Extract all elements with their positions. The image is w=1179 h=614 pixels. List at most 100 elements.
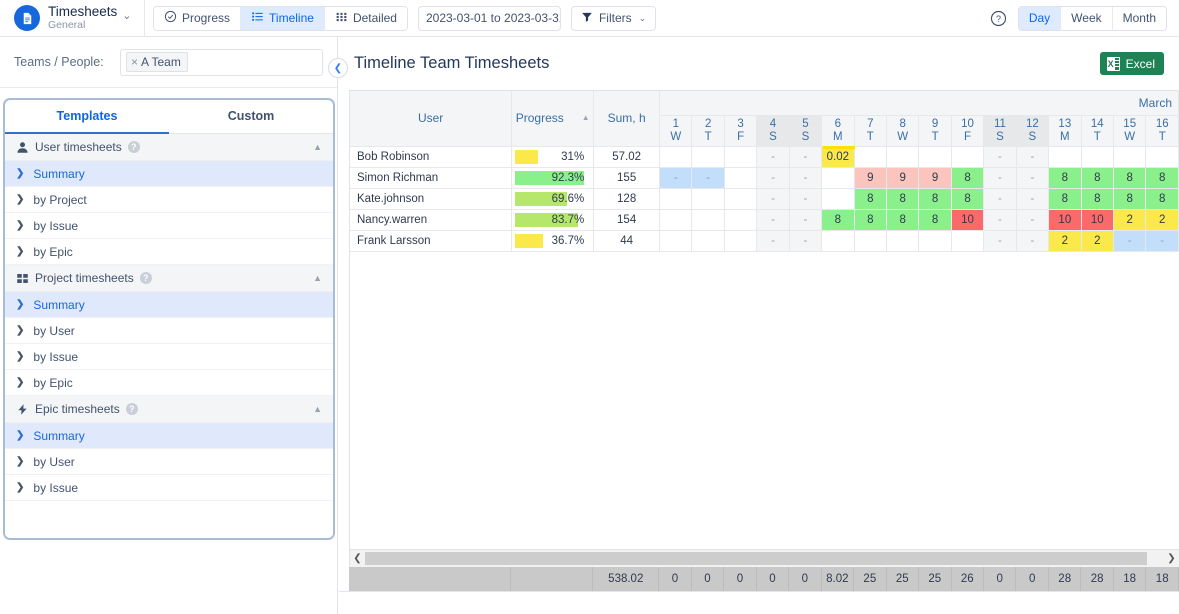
cell-day-value[interactable] [724, 146, 758, 168]
cell-day-value[interactable]: 8 [918, 188, 952, 210]
cell-day-value[interactable] [886, 146, 920, 168]
col-header-day[interactable]: 16 T [1145, 115, 1179, 147]
scale-day[interactable]: Day [1018, 6, 1062, 30]
col-header-day[interactable]: 2T [691, 115, 725, 147]
chevron-down-icon[interactable]: ⌄ [122, 9, 131, 22]
cell-day-value[interactable] [724, 167, 758, 189]
cell-day-value[interactable]: - [789, 167, 823, 189]
chevron-up-icon[interactable]: ▲ [313, 404, 322, 414]
cell-day-value[interactable] [659, 146, 693, 168]
cell-user[interactable]: Kate.johnson [350, 188, 513, 210]
table-row[interactable]: Bob Robinson 31% 57.02- -0.02- - [350, 146, 1179, 168]
cell-day-value[interactable]: 8 [1048, 188, 1082, 210]
scrollbar-track[interactable] [365, 552, 1164, 565]
cell-day-value[interactable]: 2 [1081, 230, 1114, 252]
cell-day-value[interactable]: 8 [1145, 188, 1179, 210]
cell-day-value[interactable] [659, 209, 693, 231]
col-header-day[interactable]: 11 S [983, 115, 1017, 147]
sidebar-item-project-by-user[interactable]: ❯ by User [5, 318, 333, 344]
cell-day-value[interactable]: 8 [1113, 167, 1147, 189]
cell-day-value[interactable]: - [1016, 146, 1050, 168]
cell-day-value[interactable] [691, 188, 725, 210]
cell-day-value[interactable]: - [1016, 209, 1050, 231]
cell-day-value[interactable] [886, 230, 920, 252]
sidebar-item-project-by-epic[interactable]: ❯ by Epic [5, 370, 333, 396]
cell-day-value[interactable] [659, 230, 693, 252]
sidebar-item-user-summary[interactable]: ❯ Summary [5, 161, 333, 187]
date-range-input[interactable]: 2023-03-01 to 2023-03-31 [417, 5, 561, 31]
scroll-right-arrow-icon[interactable]: ❯ [1164, 553, 1179, 564]
sidebar-item-project-by-issue[interactable]: ❯ by Issue [5, 344, 333, 370]
col-header-day[interactable]: 12 S [1016, 115, 1050, 147]
cell-day-value[interactable]: - [983, 146, 1017, 168]
cell-day-value[interactable] [691, 230, 725, 252]
tab-custom[interactable]: Custom [169, 100, 333, 134]
filters-button[interactable]: Filters ⌄ [570, 5, 657, 31]
cell-day-value[interactable]: 8 [1048, 167, 1082, 189]
cell-day-value[interactable]: 2 [1145, 209, 1179, 231]
cell-day-value[interactable]: - [789, 230, 823, 252]
cell-day-value[interactable]: - [1016, 167, 1050, 189]
col-header-sum[interactable]: Sum, h [593, 91, 661, 147]
cell-day-value[interactable]: 0.02 [821, 146, 855, 168]
col-header-day[interactable]: 9T [918, 115, 952, 147]
cell-day-value[interactable]: - [691, 167, 725, 189]
cell-day-value[interactable]: 8 [886, 209, 920, 231]
cell-day-value[interactable]: - [756, 167, 790, 189]
col-header-day[interactable]: 7T [854, 115, 887, 147]
col-header-day[interactable]: 4S [756, 115, 790, 147]
sidebar-item-epic-summary[interactable]: ❯ Summary [5, 423, 333, 449]
cell-day-value[interactable]: - [659, 167, 693, 189]
cell-day-value[interactable]: 10 [1081, 209, 1114, 231]
help-icon[interactable]: ? [127, 141, 140, 153]
cell-day-value[interactable]: 2 [1048, 230, 1082, 252]
col-header-day[interactable]: 6M [821, 115, 855, 147]
col-header-day[interactable]: 13 M [1048, 115, 1082, 147]
cell-day-value[interactable] [821, 188, 855, 210]
sidebar-item-user-by-issue[interactable]: ❯ by Issue [5, 213, 333, 239]
tab-timeline[interactable]: Timeline [241, 6, 325, 30]
tab-templates[interactable]: Templates [5, 100, 169, 134]
chevron-up-icon[interactable]: ▲ [313, 142, 322, 152]
app-brand[interactable]: Timesheets General ⌄ [0, 4, 140, 31]
cell-day-value[interactable] [659, 188, 693, 210]
cell-day-value[interactable]: - [1145, 230, 1179, 252]
cell-day-value[interactable]: - [983, 188, 1017, 210]
cell-user[interactable]: Bob Robinson [350, 146, 513, 168]
col-header-progress[interactable]: Progress ▲ [511, 91, 595, 147]
col-header-user[interactable]: User [350, 91, 513, 147]
cell-day-value[interactable]: 9 [918, 167, 952, 189]
cell-day-value[interactable]: 8 [918, 209, 952, 231]
cell-day-value[interactable]: 2 [1113, 209, 1147, 231]
group-header-project-timesheets[interactable]: Project timesheets ? ▲ [5, 265, 333, 292]
scroll-left-arrow-icon[interactable]: ❮ [350, 553, 365, 564]
cell-day-value[interactable]: - [789, 188, 823, 210]
cell-day-value[interactable] [821, 167, 855, 189]
cell-day-value[interactable] [724, 188, 758, 210]
sidebar-item-epic-by-issue[interactable]: ❯ by Issue [5, 475, 333, 501]
table-row[interactable]: Simon Richman 92.3% 155- - - -9 9 9 8- -8 8 8 8 [350, 167, 1179, 189]
cell-day-value[interactable]: - [983, 167, 1017, 189]
group-header-epic-timesheets[interactable]: Epic timesheets ? ▲ [5, 396, 333, 423]
cell-day-value[interactable]: 8 [951, 167, 985, 189]
chevron-up-icon[interactable]: ▲ [313, 273, 322, 283]
col-header-day[interactable]: 1W [659, 115, 693, 147]
cell-day-value[interactable]: - [756, 230, 790, 252]
cell-day-value[interactable]: - [756, 146, 790, 168]
cell-day-value[interactable]: - [756, 188, 790, 210]
cell-day-value[interactable] [1113, 146, 1147, 168]
cell-day-value[interactable]: 10 [1048, 209, 1082, 231]
cell-day-value[interactable] [724, 230, 758, 252]
cell-day-value[interactable] [854, 146, 887, 168]
tab-progress[interactable]: Progress [154, 6, 242, 30]
cell-day-value[interactable]: - [1016, 188, 1050, 210]
cell-day-value[interactable] [1048, 146, 1082, 168]
tab-detailed[interactable]: Detailed [324, 6, 407, 30]
export-excel-button[interactable]: X Excel [1099, 52, 1164, 75]
cell-day-value[interactable] [691, 209, 725, 231]
col-header-day[interactable]: 8W [886, 115, 920, 147]
cell-day-value[interactable] [951, 146, 985, 168]
cell-day-value[interactable]: - [983, 230, 1017, 252]
col-header-day[interactable]: 14 T [1081, 115, 1114, 147]
scale-week[interactable]: Week [1061, 6, 1113, 30]
